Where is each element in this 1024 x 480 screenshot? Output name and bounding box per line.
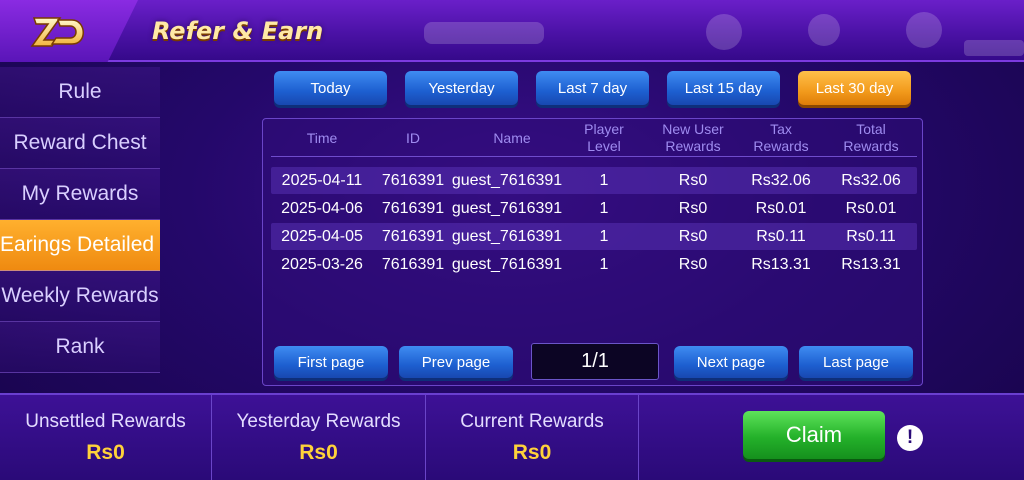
first-page-button[interactable]: First page [274, 346, 388, 378]
page-indicator: 1/1 [531, 343, 659, 380]
cell-tax-rewards: Rs13.31 [751, 256, 811, 273]
column-header-time: Time [306, 129, 338, 146]
cell-name: guest_7616391 [451, 200, 563, 217]
info-icon[interactable]: ! [897, 425, 923, 451]
table-row: 2025-03-26 7616391 guest_7616391 1 Rs0 R… [271, 251, 917, 278]
cell-time: 2025-03-26 [281, 256, 363, 273]
claim-button[interactable]: Claim [743, 411, 885, 459]
sidebar-item-earnings-detailed[interactable]: Earings Detailed [0, 220, 160, 271]
stat-value: Rs0 [512, 440, 552, 464]
stat-label: Current Rewards [460, 410, 604, 432]
cell-id: 7616391 [381, 200, 445, 217]
cell-name: guest_7616391 [451, 172, 563, 189]
sidebar-item-rule[interactable]: Rule [0, 67, 160, 118]
column-header-name: Name [493, 129, 531, 146]
sidebar-item-reward-chest[interactable]: Reward Chest [0, 118, 160, 169]
next-page-button[interactable]: Next page [674, 346, 788, 378]
stat-value: Rs0 [86, 440, 125, 464]
sidebar-item-label: Reward Chest [13, 131, 147, 154]
table-row: 2025-04-05 7616391 guest_7616391 1 Rs0 R… [271, 223, 917, 250]
header-background-decoration [424, 12, 1024, 56]
cell-tax-rewards: Rs0.11 [756, 228, 806, 245]
column-header-id: ID [406, 129, 420, 146]
cell-player-level: 1 [599, 200, 609, 217]
table-row: 2025-04-06 7616391 guest_7616391 1 Rs0 R… [271, 195, 917, 222]
cell-player-level: 1 [599, 172, 609, 189]
yesterday-rewards-stat: Yesterday Rewards Rs0 [212, 395, 426, 480]
cell-tax-rewards: Rs32.06 [751, 172, 811, 189]
cell-time: 2025-04-05 [281, 228, 363, 245]
cell-new-user-rewards: Rs0 [678, 172, 708, 189]
sidebar: Rule Reward Chest My Rewards Earings Det… [0, 67, 160, 393]
cell-total-rewards: Rs13.31 [841, 256, 901, 273]
logo-panel [0, 0, 138, 62]
cell-name: guest_7616391 [451, 228, 563, 245]
sidebar-item-label: Rank [55, 335, 105, 358]
cell-total-rewards: Rs0.11 [846, 228, 896, 245]
column-header-tax-rewards: Tax Rewards [753, 121, 809, 154]
last-page-button[interactable]: Last page [799, 346, 913, 378]
sidebar-item-label: Weekly Rewards [1, 284, 159, 307]
sidebar-item-label: Rule [58, 80, 102, 103]
cell-name: guest_7616391 [451, 256, 563, 273]
cell-time: 2025-04-06 [281, 200, 363, 217]
cell-player-level: 1 [599, 256, 609, 273]
page-title: Refer & Earn [152, 17, 324, 45]
cell-id: 7616391 [381, 228, 445, 245]
stat-label: Yesterday Rewards [236, 410, 401, 432]
table-header: Time ID Name Player Level New User Rewar… [271, 119, 917, 157]
filter-last-7-day-button[interactable]: Last 7 day [536, 71, 649, 105]
table-row: 2025-04-11 7616391 guest_7616391 1 Rs0 R… [271, 167, 917, 194]
filter-yesterday-button[interactable]: Yesterday [405, 71, 518, 105]
filter-last-30-day-button[interactable]: Last 30 day [798, 71, 911, 105]
column-header-new-user-rewards: New User Rewards [662, 121, 724, 154]
stat-label: Unsettled Rewards [25, 410, 186, 432]
cell-player-level: 1 [599, 228, 609, 245]
sidebar-item-label: Earings Detailed [0, 233, 155, 256]
column-header-total-rewards: Total Rewards [843, 121, 899, 154]
column-header-player-level: Player Level [584, 121, 624, 154]
header-bar: Refer & Earn [0, 0, 1024, 62]
filter-last-15-day-button[interactable]: Last 15 day [667, 71, 780, 105]
cell-id: 7616391 [381, 172, 445, 189]
zd-logo-icon [30, 17, 84, 47]
sidebar-item-label: My Rewards [21, 182, 139, 205]
prev-page-button[interactable]: Prev page [399, 346, 513, 378]
unsettled-rewards-stat: Unsettled Rewards Rs0 [0, 395, 212, 480]
cell-time: 2025-04-11 [281, 172, 363, 189]
cell-new-user-rewards: Rs0 [678, 200, 708, 217]
cell-total-rewards: Rs32.06 [841, 172, 901, 189]
sidebar-item-rank[interactable]: Rank [0, 322, 160, 373]
sidebar-item-my-rewards[interactable]: My Rewards [0, 169, 160, 220]
cell-id: 7616391 [381, 256, 445, 273]
sidebar-item-weekly-rewards[interactable]: Weekly Rewards [0, 271, 160, 322]
filter-today-button[interactable]: Today [274, 71, 387, 105]
current-rewards-stat: Current Rewards Rs0 [426, 395, 639, 480]
stat-value: Rs0 [299, 440, 338, 464]
cell-new-user-rewards: Rs0 [678, 256, 708, 273]
cell-total-rewards: Rs0.01 [845, 200, 897, 217]
cell-new-user-rewards: Rs0 [678, 228, 708, 245]
cell-tax-rewards: Rs0.01 [755, 200, 807, 217]
